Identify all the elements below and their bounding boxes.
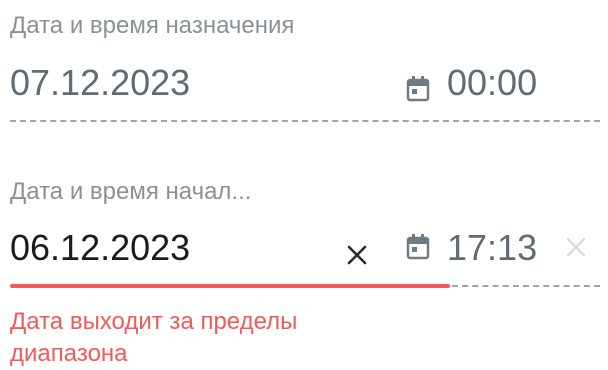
calendar-icon[interactable] [406, 234, 430, 260]
appointment-time-input[interactable]: 00:00 [447, 62, 537, 104]
start-date-error-message: Дата выходит за пределы диапазона [10, 306, 297, 370]
start-time-underline [452, 285, 600, 287]
calendar-icon[interactable] [406, 76, 430, 102]
start-date-error-underline [10, 284, 450, 288]
error-line-1: Дата выходит за пределы [10, 308, 298, 335]
start-date-input[interactable]: 06.12.2023 [10, 227, 190, 269]
appointment-date-input[interactable]: 07.12.2023 [10, 62, 190, 104]
start-datetime-label: Дата и время начал... [10, 178, 252, 205]
close-icon[interactable] [346, 244, 368, 266]
start-time-input[interactable]: 17:13 [447, 227, 537, 269]
appointment-datetime-label: Дата и время назначения [10, 12, 295, 39]
appointment-field-underline [10, 120, 600, 122]
close-icon [565, 236, 587, 258]
error-line-2: диапазона [10, 340, 128, 367]
